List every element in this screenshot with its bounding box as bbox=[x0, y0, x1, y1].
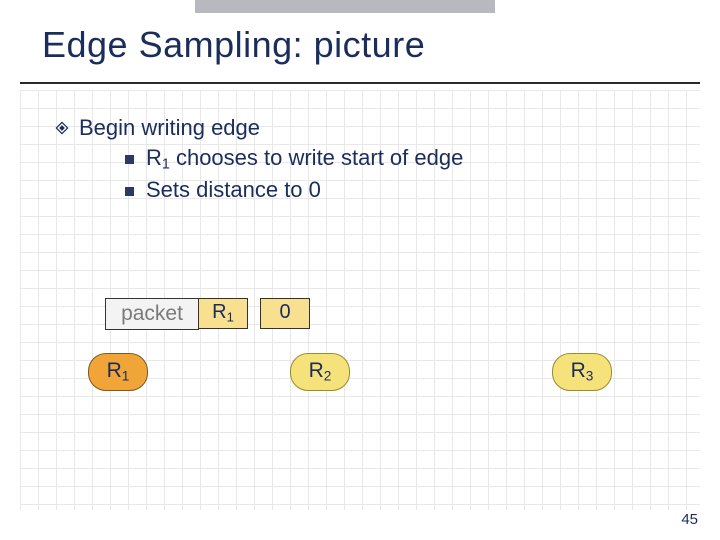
text-fragment: R bbox=[212, 301, 226, 323]
packet-label-box: packet bbox=[105, 298, 199, 330]
subscript: 3 bbox=[586, 368, 594, 383]
router-node-r2: R2 bbox=[290, 353, 350, 391]
text-fragment: R bbox=[571, 359, 586, 382]
subscript: 1 bbox=[122, 368, 130, 383]
text-fragment: R bbox=[309, 359, 324, 382]
subscript: 2 bbox=[324, 368, 332, 383]
packet-distance-field: 0 bbox=[260, 298, 310, 329]
subscript: 1 bbox=[227, 309, 234, 324]
router-node-r3: R3 bbox=[552, 353, 612, 391]
packet-start-field: R1 bbox=[198, 298, 248, 329]
page-number: 45 bbox=[681, 511, 698, 528]
router-node-r1: R1 bbox=[88, 353, 148, 391]
text-fragment: R bbox=[107, 359, 122, 382]
diagram: packet R1 0 R1 R2 R3 bbox=[0, 0, 720, 540]
